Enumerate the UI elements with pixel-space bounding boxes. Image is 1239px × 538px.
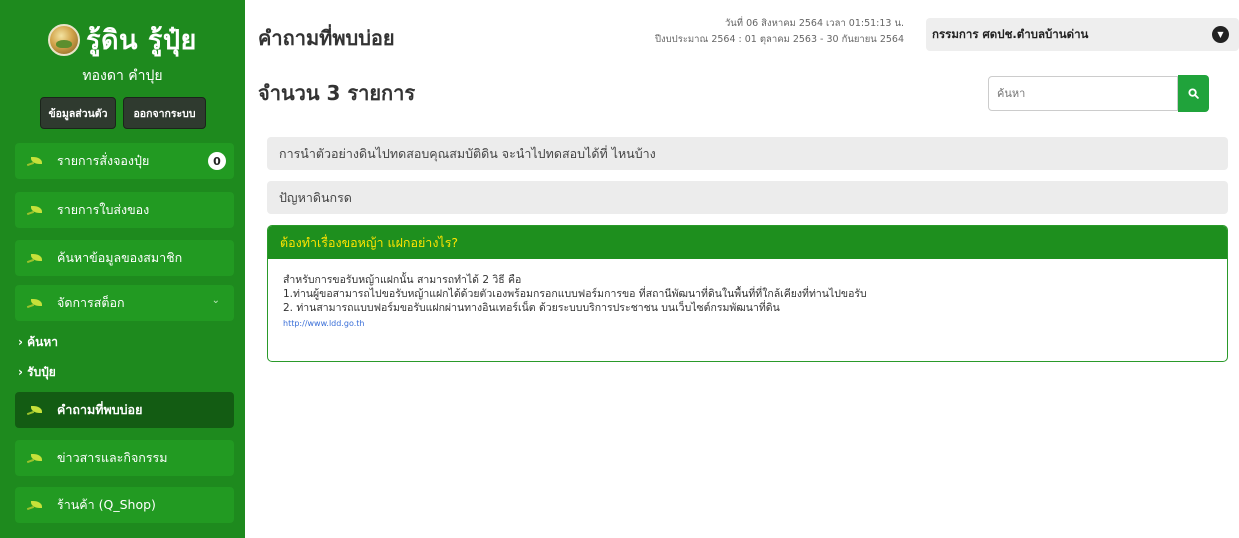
sidebar-item-member-search[interactable]: ค้นหาข้อมูลของสมาชิก bbox=[15, 240, 234, 276]
submenu-item-search[interactable]: › ค้นหา bbox=[18, 333, 58, 352]
faq-answer-line: สำหรับการขอรับหญ้าแฝกนั้น สามารถทำได้ 2 … bbox=[283, 274, 522, 286]
current-datetime: วันที่ 06 สิงหาคม 2564 เวลา 01:51:13 น. bbox=[724, 18, 904, 29]
search-icon bbox=[1188, 88, 1199, 99]
profile-button[interactable]: ข้อมูลส่วนตัว bbox=[40, 97, 116, 129]
role-select-value: กรรมการ ศดปช.ตำบลบ้านด่าน bbox=[932, 26, 1089, 41]
sidebar-item-delivery-notes[interactable]: รายการใบส่งของ bbox=[15, 192, 234, 228]
sidebar-item-label: ข่าวสารและกิจกรรม bbox=[57, 450, 168, 465]
faq-item-expanded: ต้องทำเรื่องขอหญ้า แฝกอย่างไร? สำหรับการ… bbox=[267, 225, 1228, 362]
sidebar-item-stock-management[interactable]: จัดการสต็อก ⌄ bbox=[15, 285, 234, 321]
faq-item[interactable]: ปัญหาดินกรด bbox=[267, 181, 1228, 214]
item-count: จำนวน 3 รายการ bbox=[258, 81, 416, 105]
faq-answer-line: 1.ท่านผู้ขอสามารถไปขอรับหญ้าแฝกได้ด้วยตั… bbox=[283, 288, 867, 300]
sidebar-item-label: รายการใบส่งของ bbox=[57, 202, 150, 217]
search-input[interactable] bbox=[988, 76, 1178, 111]
sidebar: รู้ดิน รู้ปุ๋ย ทองดา คำปุย ข้อมูลส่วนตัว… bbox=[0, 0, 245, 538]
sidebar-item-shop[interactable]: ร้านค้า (Q_Shop) bbox=[15, 487, 234, 523]
search-button[interactable] bbox=[1178, 75, 1209, 112]
sidebar-item-label: จัดการสต็อก bbox=[57, 295, 125, 310]
ldd-website-link[interactable]: http://www.ldd.go.th bbox=[283, 317, 1227, 331]
chevron-down-icon: ⌄ bbox=[211, 295, 220, 306]
sidebar-item-label: ค้นหาข้อมูลของสมาชิก bbox=[57, 250, 183, 265]
sidebar-item-label: ร้านค้า (Q_Shop) bbox=[57, 497, 156, 512]
order-count-badge: 0 bbox=[208, 152, 226, 170]
chevron-down-icon: ▼ bbox=[1212, 26, 1229, 43]
user-name: ทองดา คำปุย bbox=[82, 68, 163, 84]
logo-emblem-icon bbox=[48, 23, 80, 56]
faq-question-header[interactable]: ต้องทำเรื่องขอหญ้า แฝกอย่างไร? bbox=[268, 226, 1227, 259]
faq-item[interactable]: การนำตัวอย่างดินไปทดสอบคุณสมบัติดิน จะนำ… bbox=[267, 137, 1228, 170]
sidebar-item-fertilizer-orders[interactable]: รายการสั่งจองปุ๋ย 0 bbox=[15, 143, 234, 179]
leaf-icon bbox=[27, 298, 42, 308]
sidebar-item-news[interactable]: ข่าวสารและกิจกรรม bbox=[15, 440, 234, 476]
leaf-icon bbox=[27, 405, 42, 415]
faq-question: การนำตัวอย่างดินไปทดสอบคุณสมบัติดิน จะนำ… bbox=[279, 145, 656, 161]
faq-answer: สำหรับการขอรับหญ้าแฝกนั้น สามารถทำได้ 2 … bbox=[268, 259, 1227, 331]
fiscal-year: ปีงบประมาณ 2564 : 01 ตุลาคม 2563 - 30 กั… bbox=[654, 34, 904, 45]
leaf-icon bbox=[27, 500, 42, 510]
app-logo[interactable]: รู้ดิน รู้ปุ๋ย bbox=[48, 18, 197, 61]
leaf-icon bbox=[27, 156, 42, 166]
sidebar-item-faq[interactable]: คำถามที่พบบ่อย bbox=[15, 392, 234, 428]
faq-answer-line: 2. ท่านสามารถแบบฟอร์มขอรับแฝกผ่านทางอินเ… bbox=[283, 302, 780, 314]
sidebar-item-label: คำถามที่พบบ่อย bbox=[57, 402, 143, 417]
date-info: วันที่ 06 สิงหาคม 2564 เวลา 01:51:13 น. … bbox=[655, 16, 904, 48]
sidebar-item-label: รายการสั่งจองปุ๋ย bbox=[57, 153, 150, 168]
app-title: รู้ดิน รู้ปุ๋ย bbox=[86, 25, 197, 56]
logout-button[interactable]: ออกจากระบบ bbox=[123, 97, 206, 129]
leaf-icon bbox=[27, 253, 42, 263]
leaf-icon bbox=[27, 453, 42, 463]
faq-question: ต้องทำเรื่องขอหญ้า แฝกอย่างไร? bbox=[280, 234, 459, 250]
faq-question: ปัญหาดินกรด bbox=[279, 189, 352, 205]
submenu-item-receive-fertilizer[interactable]: › รับปุ๋ย bbox=[18, 363, 56, 382]
role-select[interactable]: กรรมการ ศดปช.ตำบลบ้านด่าน ▼ bbox=[926, 18, 1239, 51]
leaf-icon bbox=[27, 205, 42, 215]
page-title: คำถามที่พบบ่อย bbox=[258, 26, 395, 50]
